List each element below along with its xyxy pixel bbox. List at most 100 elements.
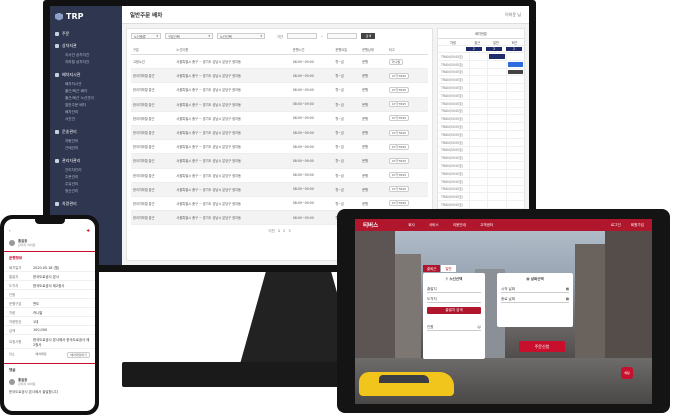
schedule-cell[interactable]: [505, 60, 524, 68]
schedule-row[interactable]: TRAN(5045호): [438, 76, 524, 85]
sidebar-item[interactable]: 지하철 상차지관: [55, 59, 117, 66]
search-button[interactable]: 검색: [361, 33, 376, 39]
start-date-input[interactable]: [286, 33, 317, 39]
schedule-cell[interactable]: [487, 138, 505, 146]
plus-icon[interactable]: ✚: [87, 228, 90, 233]
user-menu[interactable]: 이하운 님: [505, 12, 521, 18]
category-select[interactable]: 구분선택 ▾: [165, 33, 213, 39]
schedule-row[interactable]: TRAN(5045호): [438, 162, 524, 170]
schedule-row[interactable]: TRAN(5045호): [438, 138, 524, 147]
schedule-cell[interactable]: [487, 115, 505, 123]
schedule-cell[interactable]: [505, 130, 524, 138]
schedule-cell[interactable]: [487, 99, 505, 107]
schedule-cell[interactable]: [505, 53, 524, 60]
sidebar-item[interactable]: 사진관: [55, 116, 117, 123]
schedule-cell[interactable]: [487, 53, 505, 60]
sidebar-item[interactable]: 근태관리: [55, 145, 117, 152]
schedule-row[interactable]: TRAN(5045호): [438, 84, 524, 92]
schedule-cell[interactable]: [505, 91, 524, 99]
page-number[interactable]: 1: [278, 229, 280, 234]
schedule-cell[interactable]: [468, 162, 487, 169]
schedule-cell[interactable]: [487, 91, 505, 99]
schedule-cell[interactable]: [468, 60, 487, 68]
sidebar-item[interactable]: 출근/퇴근 배차: [55, 88, 117, 95]
schedule-cell[interactable]: [487, 162, 505, 169]
sidebar-item[interactable]: 정산관리: [55, 188, 117, 195]
schedule-cell[interactable]: [468, 91, 487, 99]
schedule-row[interactable]: TRAN(5045호): [438, 169, 524, 178]
chat-button[interactable]: 채팅: [621, 367, 633, 379]
sidebar-section[interactable]: 배차지시관: [55, 72, 117, 78]
schedule-cell[interactable]: [505, 177, 524, 185]
schedule-row[interactable]: TRAN(5045호): [438, 68, 524, 77]
table-row[interactable]: 한국지하철 출근 서울특별시 중구 ~ 경기도 성남시 분당구 정자동 08:00~…: [131, 168, 428, 183]
auth-link[interactable]: 로그인: [611, 223, 621, 228]
sidebar-item[interactable]: 주유관리: [55, 181, 117, 188]
tab-general[interactable]: 일반: [441, 265, 456, 272]
schedule-cell[interactable]: [487, 177, 505, 185]
end-date-input[interactable]: [327, 33, 358, 39]
table-row[interactable]: 한국지하철 출근 서울특별시 중구 ~ 경기도 성남시 분당구 정자동 08:00~…: [131, 153, 428, 169]
schedule-cell[interactable]: [505, 138, 524, 146]
schedule-cell[interactable]: [505, 84, 524, 91]
schedule-cell[interactable]: [505, 201, 524, 208]
schedule-cell[interactable]: [505, 99, 524, 107]
sidebar-item[interactable]: 일반주문 배차: [55, 102, 117, 109]
schedule-row[interactable]: TRAN(5045호): [438, 123, 524, 131]
table-row[interactable]: 한국지하철 출근 서울특별시 중구 ~ 경기도 성남시 분당구 정자동 08:00~…: [131, 68, 428, 84]
end-date-field[interactable]: 종료 날짜 ▦: [501, 296, 569, 303]
schedule-cell[interactable]: [487, 146, 505, 154]
schedule-row[interactable]: TRAN(5045호): [438, 185, 524, 194]
route-select[interactable]: 노선선택 ▾: [217, 33, 265, 39]
table-row[interactable]: 한국지하철 출근 서울특별시 중구 ~ 경기도 성남시 분당구 정자동 08:00~…: [131, 97, 428, 112]
schedule-cell[interactable]: [505, 162, 524, 169]
table-row[interactable]: 고정노선 서울특별시 중구 ~ 경기도 성남시 분당구 정자동 08:00~09:0…: [131, 54, 428, 70]
schedule-row[interactable]: TRAN(5045호): [438, 99, 524, 108]
sidebar-item[interactable]: 배차지시관: [55, 81, 117, 88]
schedule-cell[interactable]: [505, 76, 524, 84]
schedule-cell[interactable]: [505, 185, 524, 193]
schedule-row[interactable]: TRAN(5045호): [438, 115, 524, 124]
schedule-row[interactable]: TRAN(5045호): [438, 60, 524, 69]
departure-search-button[interactable]: 출발지 검색: [427, 307, 481, 314]
schedule-cell[interactable]: [487, 154, 505, 162]
schedule-row[interactable]: TRAN(5045호): [438, 107, 524, 116]
sidebar-section[interactable]: 운송관리: [55, 129, 117, 135]
nav-link[interactable]: 이용안내: [453, 223, 466, 228]
sidebar-item[interactable]: 지사관 상차지관: [55, 52, 117, 59]
schedule-row[interactable]: TRAN(5045호): [438, 146, 524, 155]
confirm-dispatch-button[interactable]: 배차확정하기: [67, 352, 90, 358]
sidebar-item[interactable]: 주문관리: [55, 174, 117, 181]
arrival-input[interactable]: 도착지: [427, 296, 481, 303]
page-number[interactable]: 2: [283, 229, 285, 234]
nav-link[interactable]: 서비스: [429, 223, 439, 228]
schedule-cell[interactable]: [468, 154, 487, 162]
schedule-row[interactable]: TRAN(5045호): [438, 154, 524, 163]
confirm-button[interactable]: 배차확정: [35, 352, 46, 358]
sidebar-section[interactable]: 주문: [55, 31, 117, 37]
sidebar-section[interactable]: 상차지관: [55, 43, 117, 49]
schedule-cell[interactable]: [505, 123, 524, 130]
sidebar-section[interactable]: 관리자관리: [55, 158, 117, 164]
departure-input[interactable]: 출발지: [427, 286, 481, 293]
schedule-cell[interactable]: [487, 107, 505, 115]
schedule-cell[interactable]: [505, 146, 524, 154]
nav-link[interactable]: 고객센터: [480, 223, 493, 228]
schedule-cell[interactable]: [468, 201, 487, 208]
table-row[interactable]: 한국지하철 출근 서울특별시 중구 ~ 경기도 성남시 분당구 정자동 08:00~…: [131, 139, 428, 155]
schedule-cell[interactable]: [468, 177, 487, 185]
schedule-cell[interactable]: [505, 154, 524, 162]
schedule-row[interactable]: TRAN(5045호): [438, 193, 524, 202]
schedule-cell[interactable]: [468, 169, 487, 177]
schedule-cell[interactable]: [487, 193, 505, 201]
prev-page-button[interactable]: 이전: [268, 229, 274, 234]
schedule-cell[interactable]: [505, 115, 524, 123]
schedule-cell[interactable]: [468, 84, 487, 91]
schedule-cell[interactable]: [487, 84, 505, 91]
schedule-cell[interactable]: [468, 53, 487, 60]
tbus-logo[interactable]: 티버스: [363, 221, 378, 229]
schedule-cell[interactable]: [468, 130, 487, 138]
schedule-cell[interactable]: [468, 76, 487, 84]
trp-logo[interactable]: TRP: [55, 12, 117, 21]
schedule-cell[interactable]: [487, 185, 505, 193]
